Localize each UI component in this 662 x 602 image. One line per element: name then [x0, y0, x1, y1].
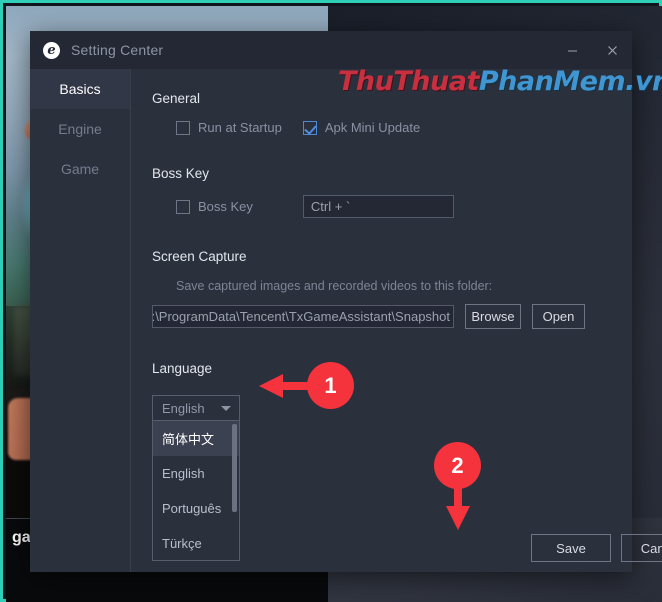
screen-capture-path-row: C:\ProgramData\Tencent\TxGameAssistant\S…	[152, 304, 632, 329]
screen-capture-hint: Save captured images and recorded videos…	[176, 279, 493, 293]
annotation-badge-2: 2	[434, 442, 481, 489]
window-title: Setting Center	[71, 42, 164, 58]
boss-key-label: Boss Key	[198, 199, 253, 214]
language-select[interactable]: English	[152, 395, 240, 421]
close-icon[interactable]	[592, 31, 632, 69]
language-option-turkce[interactable]: Türkçe	[153, 526, 239, 560]
annotation-badge-2-label: 2	[451, 452, 464, 478]
watermark-part1: ThuThuat	[338, 66, 479, 97]
annotation-badge-1: 1	[307, 362, 354, 409]
desktop-background: gam e Setting Center Basics Engine Game …	[0, 0, 662, 602]
snapshot-path-input[interactable]: C:\ProgramData\Tencent\TxGameAssistant\S…	[152, 305, 454, 328]
window-controls	[552, 31, 632, 69]
chevron-down-icon	[221, 405, 231, 411]
cancel-button[interactable]: Cancel	[621, 534, 662, 562]
browse-button[interactable]: Browse	[465, 304, 521, 329]
sidebar-item-label: Game	[60, 161, 100, 177]
language-option-portugues[interactable]: Português	[153, 491, 239, 526]
sidebar-item-game[interactable]: Game	[30, 149, 130, 189]
save-button[interactable]: Save	[531, 534, 611, 562]
language-section-heading: Language	[152, 361, 213, 376]
run-at-startup-checkbox[interactable]	[176, 120, 190, 135]
language-select-value: English	[162, 400, 205, 416]
sidebar-item-basics[interactable]: Basics	[30, 69, 130, 109]
sidebar: Basics Engine Game	[30, 69, 131, 572]
browse-button-label: Browse	[471, 309, 515, 324]
annotation-badge-1-label: 1	[324, 372, 337, 398]
boss-key-checkbox[interactable]	[176, 199, 190, 214]
minimize-icon[interactable]	[552, 31, 592, 69]
dropdown-scrollbar-thumb[interactable]	[232, 424, 237, 512]
setting-center-dialog: e Setting Center Basics Engine Game Gene…	[30, 31, 662, 572]
language-option-label: Türkçe	[162, 536, 202, 551]
language-dropdown-list[interactable]: 简体中文 English Português Türkçe	[152, 421, 240, 561]
watermark-part2: PhanMem.vn	[478, 66, 662, 97]
boss-key-row: Boss Key Ctrl + `	[176, 195, 632, 218]
sidebar-item-label: Engine	[58, 121, 102, 137]
boss-key-shortcut-input[interactable]: Ctrl + `	[302, 195, 454, 218]
watermark: ThuThuatPhanMem.vn	[338, 66, 662, 97]
apk-mini-update-label: Apk Mini Update	[324, 120, 421, 135]
open-button[interactable]: Open	[532, 304, 585, 329]
language-option-label: Português	[162, 501, 222, 516]
sidebar-item-label: Basics	[59, 81, 101, 97]
open-button-label: Open	[542, 309, 575, 324]
screen-capture-section-heading: Screen Capture	[152, 249, 247, 264]
language-option-label: 简体中文	[162, 432, 215, 447]
settings-content: General Run at Startup Apk Mini Update B…	[131, 69, 662, 572]
general-checkbox-row: Run at Startup Apk Mini Update	[176, 120, 632, 135]
save-button-label: Save	[556, 540, 586, 556]
dialog-body: Basics Engine Game General Run at Startu…	[30, 69, 662, 572]
snapshot-path-value: C:\ProgramData\Tencent\TxGameAssistant\S…	[152, 309, 450, 324]
language-option-label: English	[162, 466, 205, 481]
cancel-button-label: Cancel	[640, 540, 662, 556]
language-option-zh-cn[interactable]: 简体中文	[153, 421, 239, 456]
sidebar-item-engine[interactable]: Engine	[30, 109, 130, 149]
app-logo-icon: e	[43, 41, 60, 59]
boss-key-section-heading: Boss Key	[152, 166, 210, 181]
boss-key-shortcut-value: Ctrl + `	[310, 199, 351, 214]
apk-mini-update-checkbox[interactable]	[302, 120, 317, 135]
dialog-titlebar[interactable]: e Setting Center	[30, 31, 632, 69]
run-at-startup-label: Run at Startup	[198, 120, 282, 135]
language-option-english[interactable]: English	[153, 456, 239, 491]
